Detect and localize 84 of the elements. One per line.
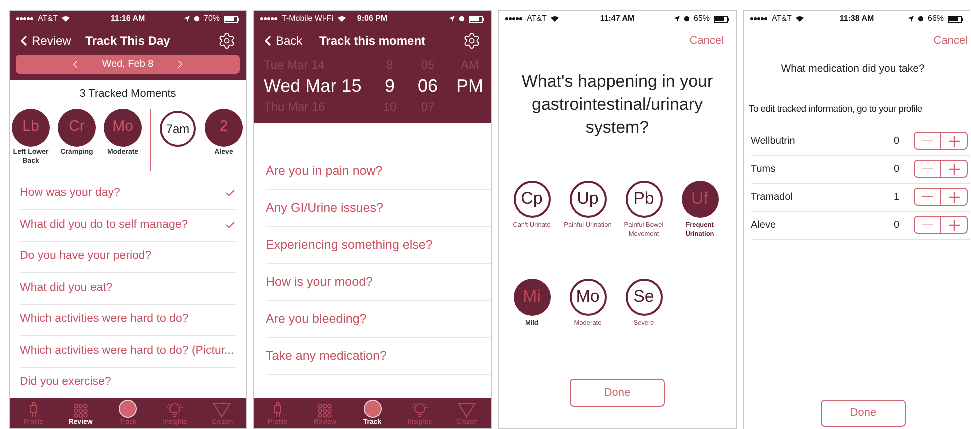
triangle-icon (458, 403, 476, 418)
picker-value: PM (456, 75, 484, 98)
location-icon (674, 16, 680, 22)
back-button[interactable]: Review (16, 32, 86, 50)
medication-name: Tramadol (751, 190, 794, 204)
battery-percent: 70% (204, 13, 220, 25)
minus-icon (922, 140, 933, 142)
medication-name: Aleve (751, 218, 778, 232)
cancel-button[interactable]: Cancel (690, 33, 724, 50)
person-icon (28, 402, 39, 418)
wifi-icon (796, 16, 804, 22)
signal-icon (260, 17, 278, 21)
battery-icon (714, 16, 730, 22)
carrier-name: AT&T (38, 13, 58, 25)
plus-icon (948, 136, 960, 146)
minus-icon (922, 168, 933, 170)
clock-time: 11:47 AM (600, 13, 635, 25)
minus-icon (922, 196, 933, 198)
circle-icon (364, 400, 382, 418)
signal-icon (750, 17, 768, 21)
location-icon (184, 16, 190, 22)
carrier-name: AT&T (772, 13, 792, 25)
question-row[interactable]: Do you have your period? (20, 242, 236, 273)
question-row[interactable]: Which activities were hard to do? (Pictur... (20, 336, 236, 368)
back-button[interactable]: Back (260, 32, 320, 50)
location-icon (908, 16, 914, 22)
battery-icon (948, 16, 964, 22)
settings-icon (218, 32, 236, 50)
question-heading: What medication did you take? (780, 62, 926, 76)
question-row[interactable]: Are you bleeding? (266, 301, 491, 338)
plus-icon (948, 164, 960, 174)
plus-icon (948, 220, 960, 230)
signal-icon (16, 17, 34, 21)
clock-time: 11:16 AM (110, 13, 146, 25)
minus-icon (922, 224, 933, 226)
wifi-icon (338, 16, 346, 22)
question-row[interactable]: How is your mood? (266, 264, 491, 301)
circle-icon (119, 400, 137, 418)
question-row[interactable]: What did you do to self manage? (20, 210, 236, 242)
done-button[interactable]: Done (821, 400, 906, 427)
question-row[interactable]: Take any medication? (266, 338, 491, 375)
battery-percent: 65% (694, 13, 710, 25)
medication-count: 0 (894, 162, 901, 176)
question-row[interactable]: How was your day? (20, 178, 236, 210)
wifi-icon (550, 16, 559, 22)
done-button[interactable]: Done (570, 379, 665, 407)
medication-name: Wellbutrin (751, 134, 796, 148)
question-heading: What's happening in your gastrointestinal/urinary system? (520, 70, 714, 138)
medication-count: 1 (894, 190, 901, 204)
clock-time: 9:06 PM (357, 13, 388, 25)
signal-icon (505, 17, 523, 21)
hint-text: To edit tracked information, go to your profile (748, 103, 924, 118)
clock-time: 11:38 AM (840, 13, 874, 25)
screen-title: Track this moment (319, 33, 426, 50)
location-icon (449, 16, 456, 22)
picker-value: Wed Mar 15 (264, 75, 363, 98)
grid-icon (74, 404, 88, 418)
picker-value: 06 (416, 75, 440, 98)
person-icon (272, 402, 283, 418)
medication-name: Tums (751, 162, 777, 176)
lightbulb-icon (166, 402, 184, 418)
question-row[interactable]: Which activities were hard to do? (20, 304, 236, 336)
question-row[interactable]: Are you in pain now? (266, 153, 491, 190)
carrier-name: AT&T (527, 13, 547, 25)
tracked-count: 3 Tracked Moments (78, 87, 178, 102)
cancel-button[interactable]: Cancel (934, 33, 968, 50)
battery-percent: 66% (928, 13, 944, 25)
carrier-name: T-Mobile Wi-Fi (282, 13, 334, 25)
battery-icon (469, 16, 486, 22)
triangle-icon (213, 403, 232, 418)
wifi-icon (62, 16, 70, 22)
plus-icon (948, 192, 960, 202)
medication-count: 0 (894, 134, 901, 148)
question-row[interactable]: Experiencing something else? (266, 227, 491, 264)
grid-icon (318, 404, 332, 418)
medication-count: 0 (894, 218, 901, 232)
lightbulb-icon (410, 402, 429, 418)
question-row[interactable]: Any GI/Urine issues? (266, 190, 491, 227)
picker-value: 9 (384, 75, 396, 98)
settings-icon (463, 32, 481, 50)
screen-title: Track This Day (86, 33, 170, 50)
current-date: Wed, Feb 8 (102, 58, 154, 72)
question-row[interactable]: What did you eat? (20, 273, 236, 304)
battery-icon (224, 16, 240, 22)
